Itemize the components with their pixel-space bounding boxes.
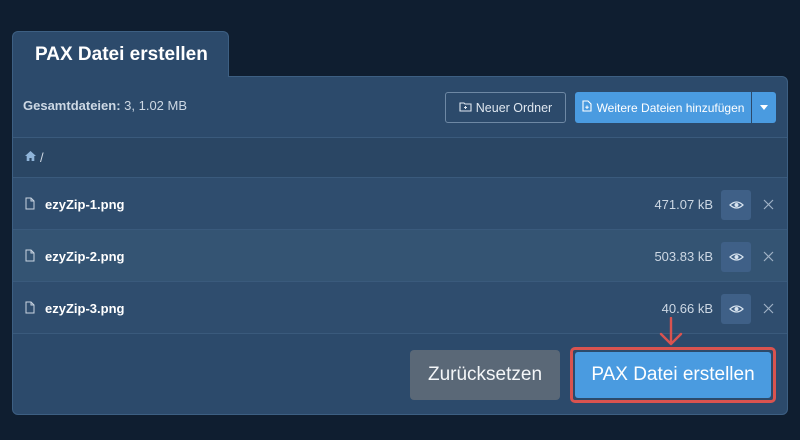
toolbar: Gesamtdateien: 3, 1.02 MB Neuer Ordner W…: [13, 77, 787, 137]
eye-icon: [728, 305, 744, 313]
new-folder-label: Neuer Ordner: [475, 100, 553, 115]
remove-file-button[interactable]: [759, 192, 777, 216]
file-icon: [25, 249, 35, 267]
file-row: ezyZip-2.png 503.83 kB: [13, 230, 787, 282]
file-icon: [25, 197, 35, 215]
new-folder-icon: [459, 101, 472, 115]
add-files-dropdown-button[interactable]: [752, 92, 776, 123]
close-icon: [763, 303, 773, 313]
file-icon: [25, 301, 35, 319]
eye-icon: [728, 253, 744, 261]
file-size: 40.66 kB: [661, 301, 713, 316]
breadcrumb: /: [13, 137, 787, 178]
file-panel: Gesamtdateien: 3, 1.02 MB Neuer Ordner W…: [12, 76, 788, 415]
tab-pax-create[interactable]: PAX Datei erstellen: [12, 31, 229, 77]
chevron-down-icon: [760, 105, 768, 110]
breadcrumb-separator: /: [40, 150, 44, 165]
close-icon: [763, 251, 773, 261]
home-icon[interactable]: [24, 150, 37, 165]
file-row: ezyZip-1.png 471.07 kB: [13, 178, 787, 230]
preview-button[interactable]: [721, 294, 751, 324]
file-size: 471.07 kB: [654, 197, 713, 212]
remove-file-button[interactable]: [759, 296, 777, 320]
add-files-button[interactable]: Weitere Dateien hinzufügen: [575, 92, 751, 123]
eye-icon: [728, 201, 744, 209]
create-pax-button[interactable]: PAX Datei erstellen: [575, 352, 771, 398]
new-folder-button[interactable]: Neuer Ordner: [445, 92, 566, 123]
preview-button[interactable]: [721, 242, 751, 272]
summary-label: Gesamtdateien:: [23, 98, 121, 113]
preview-button[interactable]: [721, 190, 751, 220]
file-size: 503.83 kB: [654, 249, 713, 264]
close-icon: [763, 199, 773, 209]
add-file-icon: [582, 100, 592, 115]
file-name: ezyZip-3.png: [45, 301, 125, 316]
summary-value: 3, 1.02 MB: [120, 98, 188, 113]
file-name: ezyZip-1.png: [45, 197, 125, 212]
reset-button[interactable]: Zurücksetzen: [410, 350, 560, 400]
add-files-label: Weitere Dateien hinzufügen: [596, 100, 745, 115]
remove-file-button[interactable]: [759, 244, 777, 268]
file-summary: Gesamtdateien: 3, 1.02 MB: [23, 98, 187, 113]
tab-title: PAX Datei erstellen: [35, 43, 208, 65]
file-name: ezyZip-2.png: [45, 249, 125, 264]
